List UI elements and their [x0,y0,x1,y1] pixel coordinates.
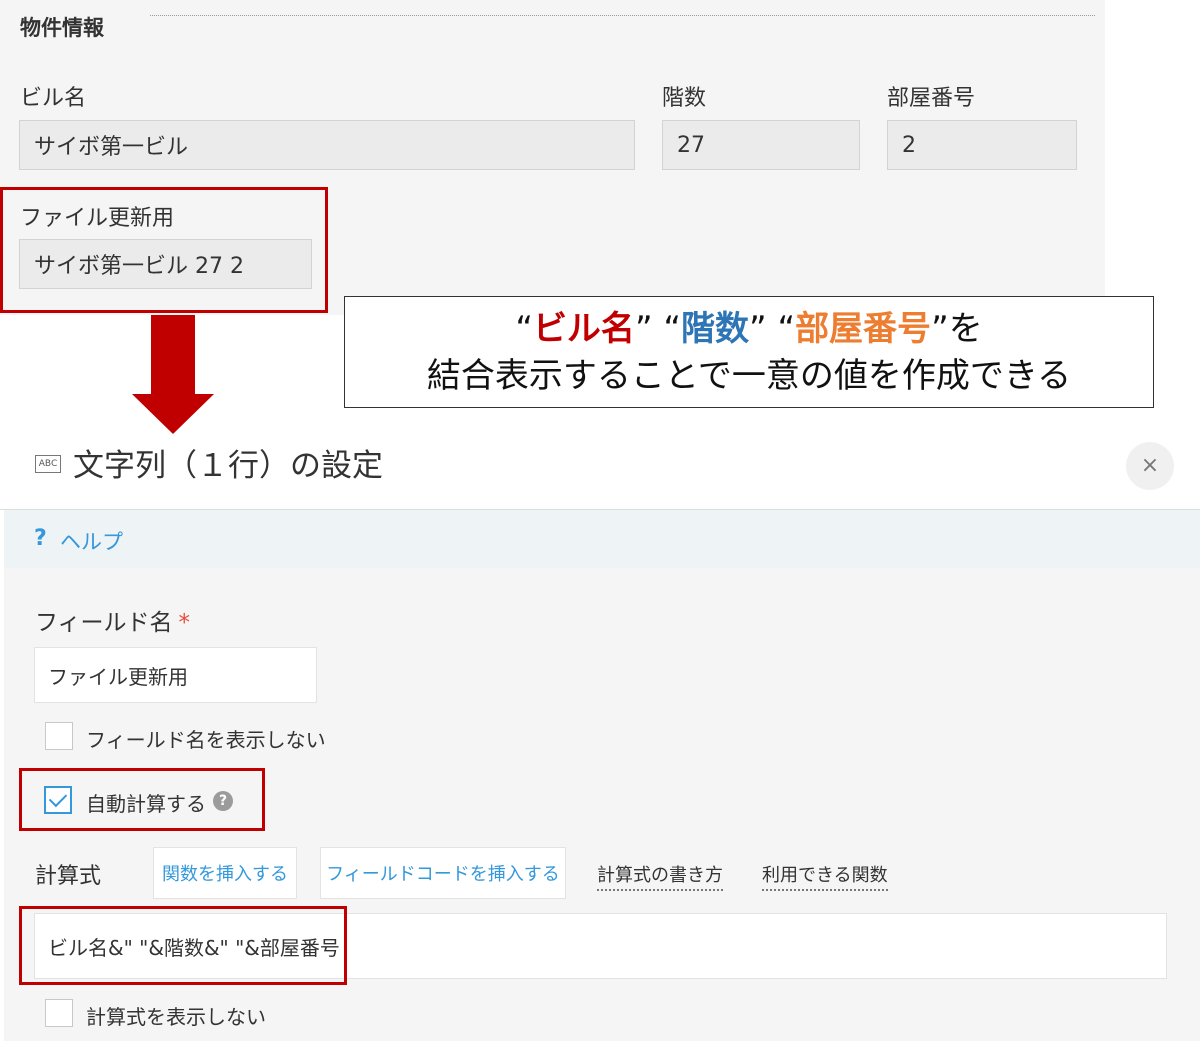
term-floor: 階数 [681,309,749,349]
text-field-type-icon: ABC [35,455,61,473]
help-link[interactable]: ヘルプ [60,526,123,556]
quote-mark: “ [777,309,796,349]
building-name-value: サイボ第一ビル [19,120,635,170]
field-name-label-text: フィールド名 [35,610,173,636]
quote-mark: ” [634,309,653,349]
dialog-title: 文字列（１行）の設定 [73,448,383,484]
formula-howto-link[interactable]: 計算式の書き方 [597,861,723,891]
auto-calc-label: 自動計算する [86,792,206,816]
available-functions-link[interactable]: 利用できる関数 [762,861,888,891]
floor-label: 階数 [662,86,707,111]
term-building-name: ビル名 [532,309,635,349]
formula-label: 計算式 [35,864,102,889]
hide-field-name-label: フィールド名を表示しない [86,728,326,752]
section-divider [150,15,1095,16]
building-name-label: ビル名 [20,86,87,111]
formula-highlight [19,906,347,985]
help-bar [4,510,1200,568]
explanation-callout: “ビル名” “階数” “部屋番号”を 結合表示することで一意の値を作成できる [344,296,1154,408]
quote-mark: “ [663,309,681,349]
auto-calc-checkbox[interactable] [44,786,72,814]
field-name-label: フィールド名 * [35,603,190,637]
insert-field-code-button[interactable]: フィールドコードを挿入する [320,847,566,899]
term-room-number: 部屋番号 [795,309,932,349]
hide-field-name-checkbox[interactable] [45,722,73,750]
help-circle-icon[interactable]: ? [213,791,233,811]
room-number-label: 部屋番号 [887,86,976,111]
quote-mark: ” [931,309,949,349]
close-button[interactable]: × [1126,442,1174,490]
callout-suffix: を [948,309,983,349]
callout-line-2: 結合表示することで一意の値を作成できる [426,356,1072,396]
quote-mark: ” [749,309,767,349]
help-icon[interactable]: ? [34,526,47,551]
insert-function-button[interactable]: 関数を挿入する [153,847,297,899]
room-number-value: 2 [887,120,1077,170]
down-arrow-icon [132,394,214,434]
down-arrow-shaft [151,315,195,397]
quote-mark: “ [515,309,533,349]
hide-formula-checkbox[interactable] [45,999,73,1027]
hide-formula-label: 計算式を表示しない [86,1005,266,1029]
floor-value: 27 [662,120,860,170]
callout-line-1: “ビル名” “階数” “部屋番号”を [345,306,1153,353]
field-name-input[interactable]: ファイル更新用 [34,647,317,703]
section-title: 物件情報 [20,16,104,40]
combined-field-value: サイボ第一ビル 27 2 [19,239,312,289]
required-mark: * [178,610,191,636]
combined-field-label: ファイル更新用 [20,206,175,231]
